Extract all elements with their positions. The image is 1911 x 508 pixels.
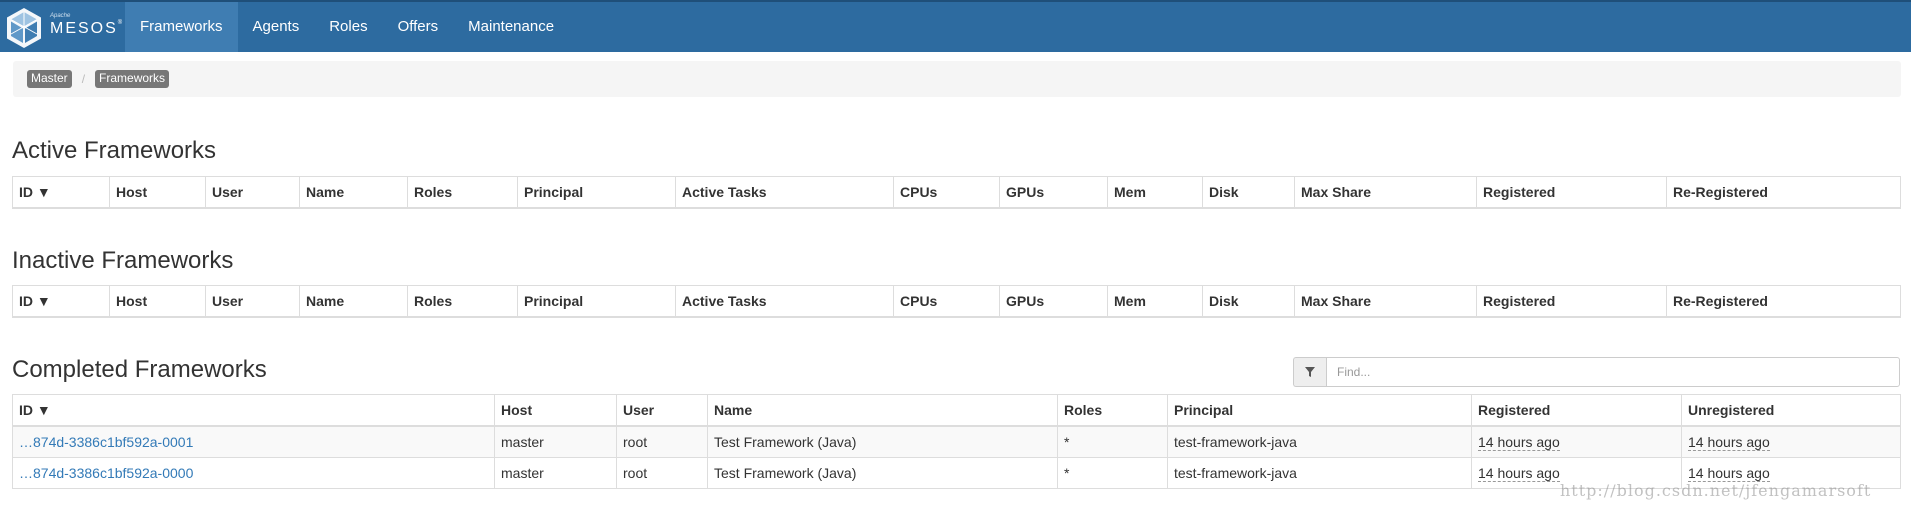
filter-icon xyxy=(1293,357,1326,387)
col-mem[interactable]: Mem xyxy=(1107,285,1203,318)
col-cpus[interactable]: CPUs xyxy=(893,285,1000,318)
col-gpus[interactable]: GPUs xyxy=(999,176,1108,209)
col-registered[interactable]: Registered xyxy=(1476,285,1667,318)
col-roles[interactable]: Roles xyxy=(407,285,518,318)
col-user[interactable]: User xyxy=(616,394,708,427)
brand-apache: Apache xyxy=(50,13,71,19)
framework-id-cell: …874d-3386c1bf592a-0000 xyxy=(12,457,495,489)
table-row: …874d-3386c1bf592a-0001 master root Test… xyxy=(12,425,1901,458)
col-host[interactable]: Host xyxy=(109,285,206,318)
col-principal[interactable]: Principal xyxy=(1167,394,1472,427)
completed-frameworks-title: Completed Frameworks xyxy=(12,356,267,383)
mesos-hexagon-icon xyxy=(7,8,41,48)
host-cell: master xyxy=(494,425,617,458)
name-cell: Test Framework (Java) xyxy=(707,425,1058,458)
col-disk[interactable]: Disk xyxy=(1202,285,1295,318)
roles-cell: * xyxy=(1057,425,1168,458)
col-gpus[interactable]: GPUs xyxy=(999,285,1108,318)
col-user[interactable]: User xyxy=(205,176,300,209)
col-re-registered[interactable]: Re-Registered xyxy=(1666,285,1901,318)
col-cpus[interactable]: CPUs xyxy=(893,176,1000,209)
watermark: http://blog.csdn.net/jfengamarsoft xyxy=(1560,481,1872,500)
inactive-frameworks-table: ID ▼ Host User Name Roles Principal Acti… xyxy=(12,285,1901,318)
roles-cell: * xyxy=(1057,457,1168,489)
mesos-logo[interactable]: Apache MESOS® xyxy=(4,6,124,50)
col-re-registered[interactable]: Re-Registered xyxy=(1666,176,1901,209)
nav-offers[interactable]: Offers xyxy=(383,2,454,52)
col-unregistered[interactable]: Unregistered xyxy=(1681,394,1901,427)
nav-agents[interactable]: Agents xyxy=(238,2,315,52)
col-registered[interactable]: Registered xyxy=(1476,176,1667,209)
col-roles[interactable]: Roles xyxy=(407,176,518,209)
table-header-row: ID ▼ Host User Name Roles Principal Acti… xyxy=(12,285,1901,318)
registered-cell: 14 hours ago xyxy=(1471,425,1682,458)
user-cell: root xyxy=(616,457,708,489)
col-id[interactable]: ID ▼ xyxy=(12,394,495,427)
breadcrumb-frameworks[interactable]: Frameworks xyxy=(95,70,170,88)
principal-cell: test-framework-java xyxy=(1167,457,1472,489)
col-id[interactable]: ID ▼ xyxy=(12,176,110,209)
col-mem[interactable]: Mem xyxy=(1107,176,1203,209)
unregistered-time[interactable]: 14 hours ago xyxy=(1688,434,1770,451)
nav-frameworks[interactable]: Frameworks xyxy=(125,2,238,52)
completed-frameworks-table: ID ▼ Host User Name Roles Principal Regi… xyxy=(12,394,1901,489)
user-cell: root xyxy=(616,425,708,458)
col-registered[interactable]: Registered xyxy=(1471,394,1682,427)
table-header-row: ID ▼ Host User Name Roles Principal Regi… xyxy=(12,394,1901,427)
top-navbar: Apache MESOS® Frameworks Agents Roles Of… xyxy=(0,0,1911,52)
col-max-share[interactable]: Max Share xyxy=(1294,285,1477,318)
registered-time[interactable]: 14 hours ago xyxy=(1478,434,1560,451)
inactive-frameworks-title: Inactive Frameworks xyxy=(12,247,234,274)
framework-id-link[interactable]: …874d-3386c1bf592a-0000 xyxy=(19,465,193,481)
main-nav: Frameworks Agents Roles Offers Maintenan… xyxy=(125,2,569,52)
breadcrumb: Master / Frameworks xyxy=(13,61,1901,97)
table-header-row: ID ▼ Host User Name Roles Principal Acti… xyxy=(12,176,1901,209)
col-host[interactable]: Host xyxy=(109,176,206,209)
col-host[interactable]: Host xyxy=(494,394,617,427)
unregistered-time[interactable]: 14 hours ago xyxy=(1688,465,1770,482)
breadcrumb-master[interactable]: Master xyxy=(27,70,72,88)
col-name[interactable]: Name xyxy=(299,176,408,209)
framework-id-link[interactable]: …874d-3386c1bf592a-0001 xyxy=(19,434,193,450)
nav-roles[interactable]: Roles xyxy=(314,2,382,52)
col-name[interactable]: Name xyxy=(707,394,1058,427)
active-frameworks-title: Active Frameworks xyxy=(12,137,217,164)
framework-id-cell: …874d-3386c1bf592a-0001 xyxy=(12,425,495,458)
registered-time[interactable]: 14 hours ago xyxy=(1478,465,1560,482)
host-cell: master xyxy=(494,457,617,489)
active-frameworks-table: ID ▼ Host User Name Roles Principal Acti… xyxy=(12,176,1901,209)
col-roles[interactable]: Roles xyxy=(1057,394,1168,427)
col-active-tasks[interactable]: Active Tasks xyxy=(675,285,894,318)
unregistered-cell: 14 hours ago xyxy=(1681,425,1901,458)
col-principal[interactable]: Principal xyxy=(517,176,676,209)
brand-name: MESOS® xyxy=(50,20,123,37)
col-disk[interactable]: Disk xyxy=(1202,176,1295,209)
col-id[interactable]: ID ▼ xyxy=(12,285,110,318)
find-input[interactable] xyxy=(1326,357,1900,387)
breadcrumb-separator: / xyxy=(81,72,86,86)
col-principal[interactable]: Principal xyxy=(517,285,676,318)
principal-cell: test-framework-java xyxy=(1167,425,1472,458)
col-user[interactable]: User xyxy=(205,285,300,318)
col-name[interactable]: Name xyxy=(299,285,408,318)
name-cell: Test Framework (Java) xyxy=(707,457,1058,489)
col-max-share[interactable]: Max Share xyxy=(1294,176,1477,209)
col-active-tasks[interactable]: Active Tasks xyxy=(675,176,894,209)
nav-maintenance[interactable]: Maintenance xyxy=(453,2,569,52)
completed-filter xyxy=(1293,357,1900,387)
